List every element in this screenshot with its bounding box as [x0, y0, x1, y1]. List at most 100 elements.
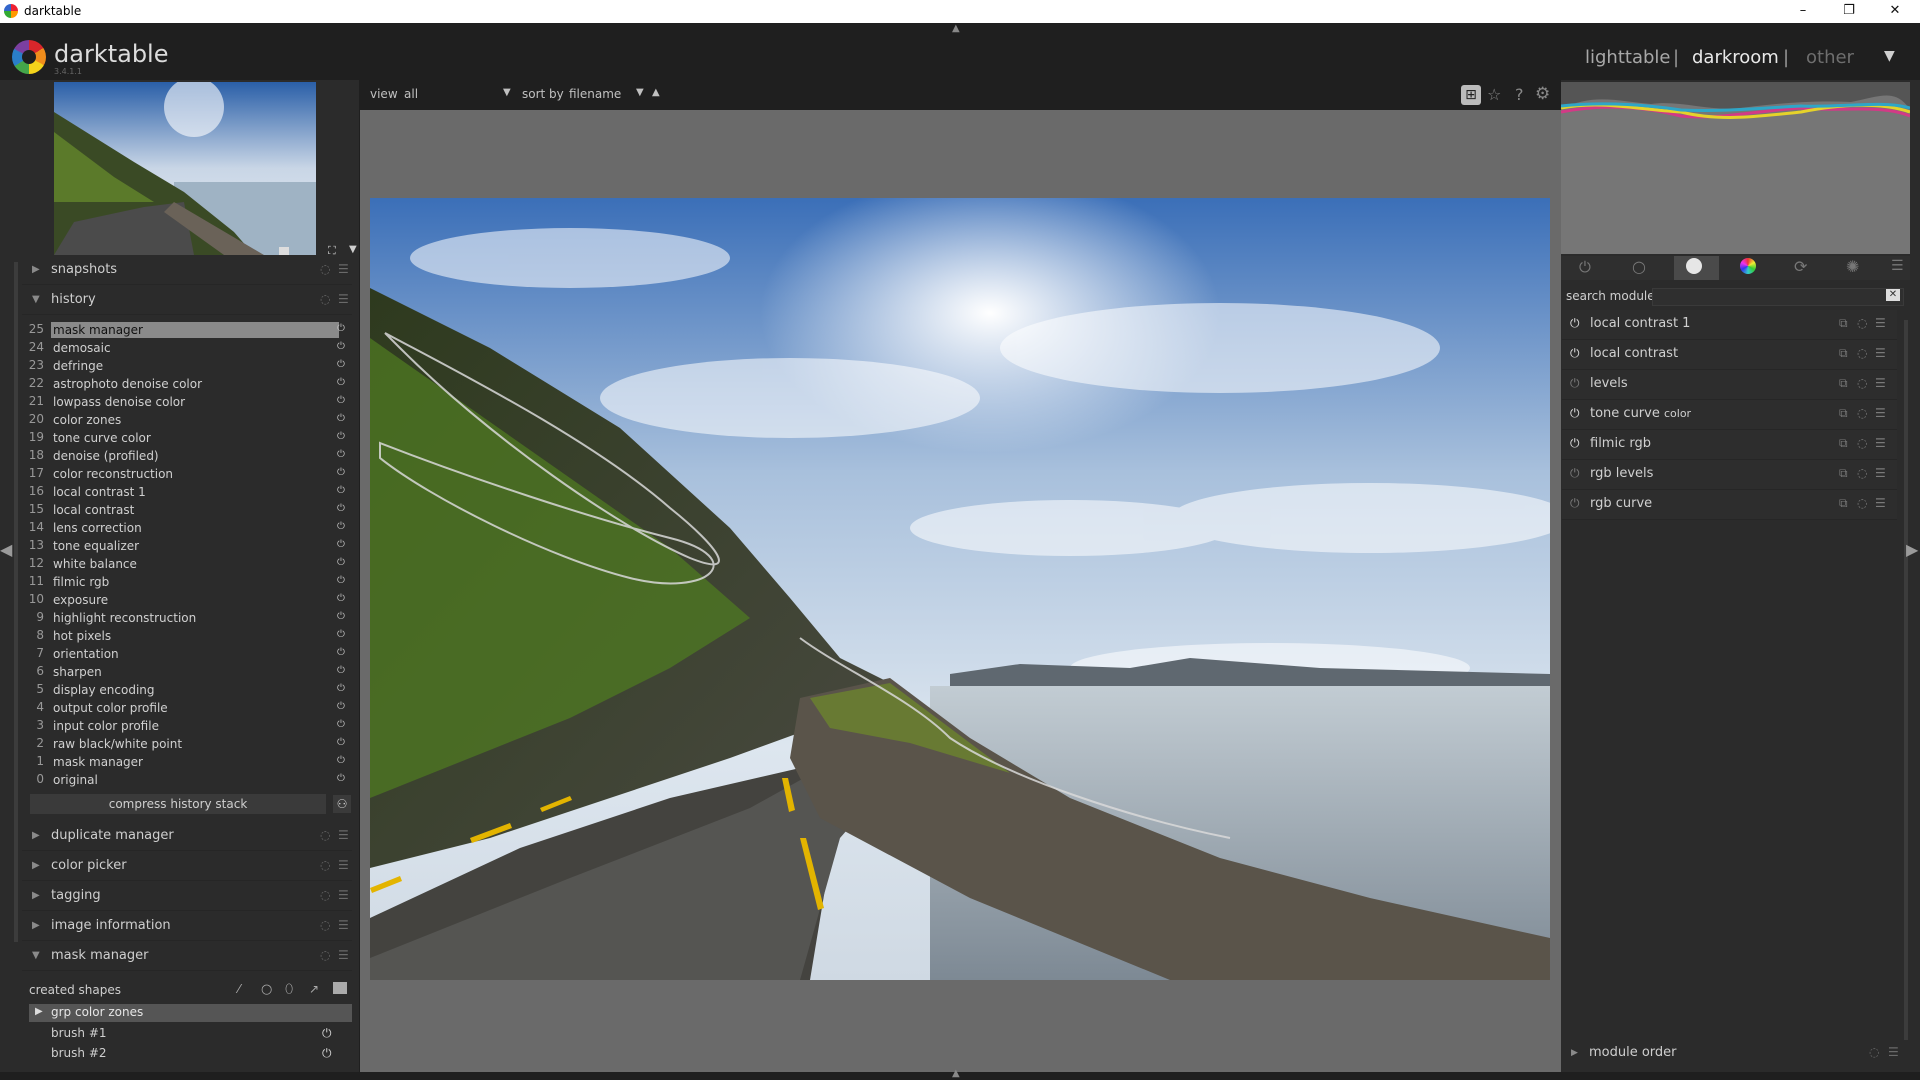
module-order-label[interactable]: module order: [1589, 1045, 1677, 1060]
history-item[interactable]: 12 white balance ⏻: [22, 556, 352, 574]
brush-tool-icon[interactable]: ⁄: [238, 982, 240, 996]
multi-instance-icon[interactable]: ⧉: [1839, 406, 1848, 421]
multi-instance-icon[interactable]: ⧉: [1839, 466, 1848, 481]
restore-button[interactable]: ❐: [1826, 0, 1872, 23]
minimize-button[interactable]: –: [1780, 0, 1826, 23]
history-item[interactable]: 17 color reconstruction ⏻: [22, 466, 352, 484]
shape-group-row[interactable]: ▶ grp color zones: [29, 1004, 352, 1022]
power-icon[interactable]: ⏻: [1570, 466, 1580, 481]
presets-icon[interactable]: ☰: [1875, 406, 1886, 420]
module-row[interactable]: ⏻ tone curve color ⧉ ◌ ☰: [1562, 400, 1897, 430]
circle-tool-icon[interactable]: ○: [261, 982, 272, 997]
collapse-top-panel-icon[interactable]: ▲: [952, 23, 960, 34]
reset-icon[interactable]: ◌: [1857, 346, 1867, 360]
history-item[interactable]: 22 astrophoto denoise color ⏻: [22, 376, 352, 394]
reset-icon[interactable]: ◌: [320, 888, 330, 902]
power-icon[interactable]: ⏻: [1570, 376, 1580, 391]
presets-icon[interactable]: ☰: [338, 292, 349, 306]
view-other[interactable]: other: [1806, 47, 1854, 68]
reset-icon[interactable]: ◌: [1869, 1045, 1879, 1059]
history-item[interactable]: 9 highlight reconstruction ⏻: [22, 610, 352, 628]
history-item[interactable]: 14 lens correction ⏻: [22, 520, 352, 538]
history-item[interactable]: 25 mask manager ⏻: [22, 322, 352, 340]
ellipse-tool-icon[interactable]: ⬯: [285, 982, 293, 997]
sort-direction-icon[interactable]: ▲: [652, 87, 660, 98]
history-item[interactable]: 6 sharpen ⏻: [22, 664, 352, 682]
module-row[interactable]: ⏻ local contrast 1 ⧉ ◌ ☰: [1562, 310, 1897, 340]
presets-icon[interactable]: ☰: [1891, 258, 1904, 274]
presets-icon[interactable]: ☰: [1875, 316, 1886, 330]
module-row[interactable]: ⏻ rgb levels ⧉ ◌ ☰: [1562, 460, 1897, 490]
view-darkroom[interactable]: darkroom: [1692, 47, 1779, 68]
style-create-icon[interactable]: ⚇: [333, 795, 351, 813]
history-item[interactable]: 23 defringe ⏻: [22, 358, 352, 376]
collapse-right-panel-icon[interactable]: ▶: [1906, 540, 1918, 559]
reset-icon[interactable]: ◌: [320, 918, 330, 932]
history-item[interactable]: 7 orientation ⏻: [22, 646, 352, 664]
chevron-down-icon[interactable]: ▼: [349, 244, 357, 255]
presets-icon[interactable]: ☰: [338, 262, 349, 276]
history-item[interactable]: 1 mask manager ⏻: [22, 754, 352, 772]
multi-instance-icon[interactable]: ⧉: [1839, 376, 1848, 391]
main-photo[interactable]: [370, 198, 1550, 980]
search-module-input[interactable]: [1652, 288, 1904, 306]
circle-icon[interactable]: ○: [1632, 257, 1646, 276]
reset-icon[interactable]: ◌: [1857, 406, 1867, 420]
history-item[interactable]: 15 local contrast ⏻: [22, 502, 352, 520]
history-item[interactable]: 10 exposure ⏻: [22, 592, 352, 610]
module-row[interactable]: ⏻ local contrast ⧉ ◌ ☰: [1562, 340, 1897, 370]
module-snapshots[interactable]: ▶ snapshots ◌ ☰: [22, 256, 352, 285]
history-item[interactable]: 18 denoise (profiled) ⏻: [22, 448, 352, 466]
history-item[interactable]: 21 lowpass denoise color ⏻: [22, 394, 352, 412]
history-item[interactable]: 2 raw black/white point ⏻: [22, 736, 352, 754]
reset-icon[interactable]: ◌: [1857, 376, 1867, 390]
presets-icon[interactable]: ☰: [338, 858, 349, 872]
presets-icon[interactable]: ☰: [338, 918, 349, 932]
compress-history-button[interactable]: compress history stack: [30, 794, 326, 814]
multi-instance-icon[interactable]: ⧉: [1839, 316, 1848, 331]
collapse-left-panel-icon[interactable]: ◀: [0, 540, 12, 559]
multi-instance-icon[interactable]: ⧉: [1839, 436, 1848, 451]
reset-icon[interactable]: ◌: [320, 292, 330, 306]
clear-search-icon[interactable]: ✕: [1886, 289, 1900, 301]
histogram[interactable]: [1561, 82, 1910, 254]
history-item[interactable]: 5 display encoding ⏻: [22, 682, 352, 700]
presets-icon[interactable]: ☰: [1875, 496, 1886, 510]
shape-state-icon[interactable]: ⏻: [322, 1046, 332, 1061]
reset-icon[interactable]: ◌: [1857, 496, 1867, 510]
power-icon[interactable]: ⏻: [1570, 496, 1580, 511]
reset-icon[interactable]: ◌: [1857, 436, 1867, 450]
power-icon[interactable]: ⏻: [1570, 316, 1580, 331]
view-filter-select[interactable]: all: [404, 87, 418, 101]
caret-down-icon[interactable]: ▼: [1884, 48, 1895, 64]
reset-icon[interactable]: ◌: [320, 262, 330, 276]
shape-state-icon[interactable]: ⏻: [322, 1026, 332, 1041]
path-tool-icon[interactable]: ↗: [309, 982, 319, 996]
power-icon[interactable]: ⏻: [1570, 346, 1580, 361]
history-item[interactable]: 20 color zones ⏻: [22, 412, 352, 430]
expand-arrow-icon[interactable]: ▶: [1571, 1048, 1578, 1058]
shape-brush-1[interactable]: brush #1: [51, 1026, 107, 1040]
history-item[interactable]: 3 input color profile ⏻: [22, 718, 352, 736]
tone-tab-icon[interactable]: [1686, 258, 1702, 274]
effect-tab-icon[interactable]: ✺: [1846, 257, 1859, 276]
reset-icon[interactable]: ◌: [320, 828, 330, 842]
module-color-picker[interactable]: ▶ color picker ◌ ☰: [22, 852, 352, 881]
correct-tab-icon[interactable]: ⟳: [1794, 257, 1807, 276]
help-icon[interactable]: ?: [1515, 85, 1524, 104]
power-icon[interactable]: ⏻: [1570, 406, 1580, 421]
history-item[interactable]: 16 local contrast 1 ⏻: [22, 484, 352, 502]
close-button[interactable]: ✕: [1872, 0, 1918, 23]
collapse-bottom-panel-icon[interactable]: ▲: [952, 1068, 960, 1079]
reset-icon[interactable]: ◌: [1857, 466, 1867, 480]
grouping-icon[interactable]: ⊞: [1461, 85, 1481, 105]
gear-icon[interactable]: ⚙: [1535, 84, 1550, 104]
chevron-down-icon[interactable]: ▼: [503, 87, 511, 98]
module-row[interactable]: ⏻ rgb curve ⧉ ◌ ☰: [1562, 490, 1897, 520]
presets-icon[interactable]: ☰: [1875, 346, 1886, 360]
module-history[interactable]: ▼ history ◌ ☰: [22, 286, 352, 315]
presets-icon[interactable]: ☰: [1888, 1045, 1899, 1059]
reset-icon[interactable]: ◌: [320, 858, 330, 872]
multi-instance-icon[interactable]: ⧉: [1839, 496, 1848, 511]
module-duplicate-manager[interactable]: ▶ duplicate manager ◌ ☰: [22, 822, 352, 851]
